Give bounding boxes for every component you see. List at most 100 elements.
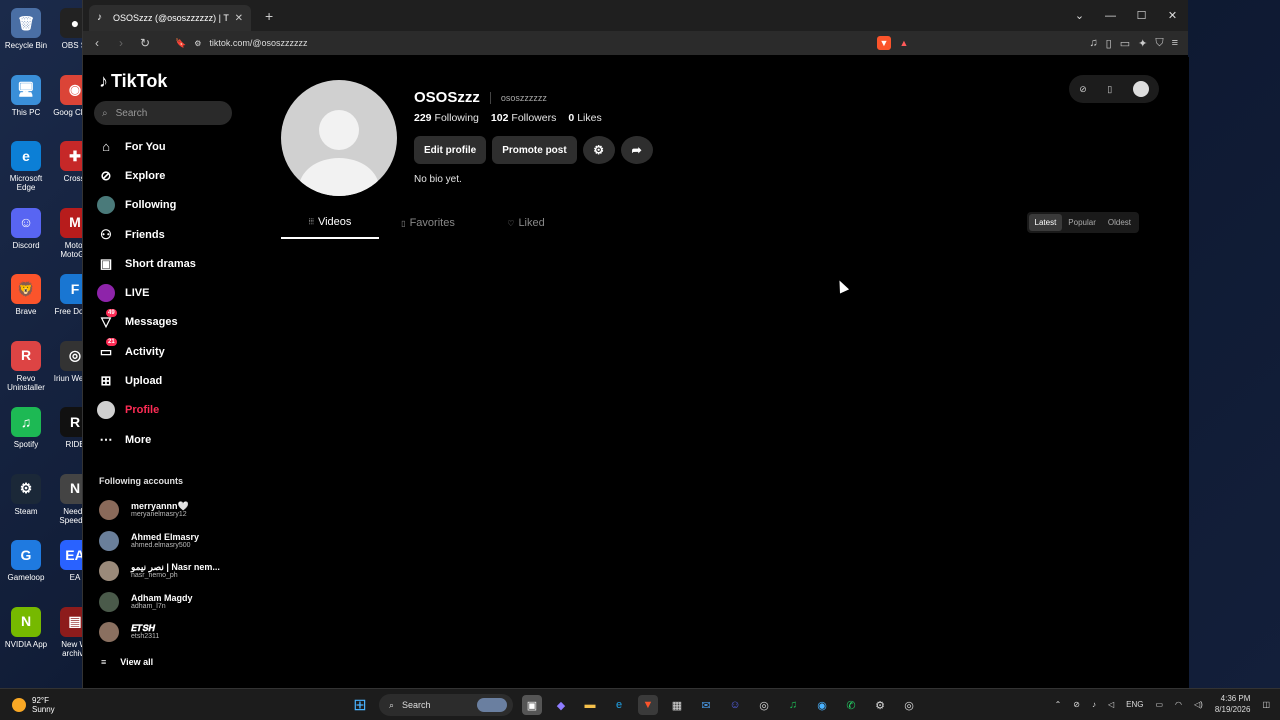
view-all-button[interactable]: ≡ View all <box>101 657 153 667</box>
taskbar-search[interactable]: ⌕ Search <box>379 694 513 716</box>
menu-icon[interactable]: ≡ <box>1172 37 1178 50</box>
desktop-icon[interactable]: e Microsoft Edge <box>1 137 51 204</box>
sort-toggle: Latest Popular Oldest <box>1026 212 1139 233</box>
reload-icon[interactable]: ↻ <box>137 36 153 50</box>
promote-post-button[interactable]: Promote post <box>492 136 577 164</box>
address-bar: ‹ › ↻ 🔖 ⚙ tiktok.com/@ososzzzzzz ▼ ▲ ♫ ▯… <box>83 31 1188 55</box>
media-icon[interactable]: ♫ <box>1089 37 1097 50</box>
minimize-icon[interactable]: — <box>1095 0 1126 31</box>
sidebar-item-short-dramas[interactable]: ▣ Short dramas <box>97 249 247 278</box>
desktop-icon[interactable]: R Revo Uninstaller <box>1 337 51 404</box>
sidebar-icon[interactable]: ▯ <box>1106 37 1112 50</box>
windows-start-icon[interactable]: ⊞ <box>350 695 370 715</box>
following-account-item[interactable]: نصر نيمو | Nasr nem... nasr_nemo_ph <box>99 556 269 587</box>
desktop-icon[interactable]: 🖥 This PC <box>1 71 51 138</box>
brave-shields-icon[interactable]: ▼ <box>877 36 891 50</box>
tab-liked[interactable]: ♡ Liked <box>477 207 575 239</box>
following-account-item[interactable]: 𝑬𝑻𝑺𝑯 etsh2311 <box>99 617 269 648</box>
sidebar-item-friends[interactable]: ⚇ Friends <box>97 220 247 249</box>
whatsapp-icon[interactable]: ✆ <box>841 695 861 715</box>
sort-oldest-button[interactable]: Oldest <box>1102 214 1137 231</box>
close-window-icon[interactable]: ✕ <box>1157 0 1188 31</box>
display-icon[interactable]: ▭ <box>1155 700 1163 709</box>
store-icon[interactable]: ▦ <box>667 695 687 715</box>
clock[interactable]: 4:36 PM 8/19/2026 <box>1215 693 1251 715</box>
sidebar-item-explore[interactable]: ⊘ Explore <box>97 161 247 190</box>
device-icon[interactable]: ▯ <box>1107 84 1112 95</box>
mic-icon[interactable]: ♪ <box>1092 700 1096 709</box>
sidebar-item-profile[interactable]: Profile <box>97 396 247 425</box>
sidebar-item-following[interactable]: Following <box>97 191 247 220</box>
desktop-icon-label: EA <box>69 573 81 582</box>
followers-stat[interactable]: 102 Followers <box>491 112 556 124</box>
desktop-icon[interactable]: ☺ Discord <box>1 204 51 271</box>
desktop-icon[interactable]: ♫ Spotify <box>1 403 51 470</box>
browser-window: ♪ OSOSzzz (@ososzzzzzz) | TikTok ✕ + ⌄ —… <box>82 0 1189 688</box>
desktop-icon[interactable]: ⚙ Steam <box>1 470 51 537</box>
spotify-taskbar-icon[interactable]: ♫ <box>783 695 803 715</box>
following-account-item[interactable]: merryannn🤍 meryanelmasry12 <box>99 495 269 526</box>
sidebar-item-activity[interactable]: ▭ 21 Activity <box>97 337 247 366</box>
profile-stats: 229 Following 102 Followers 0 Likes <box>414 112 602 124</box>
sidebar-item-upload[interactable]: ⊞ Upload <box>97 366 247 395</box>
following-account-item[interactable]: Ahmed Elmasry ahmed.elmasry500 <box>99 526 269 557</box>
sidebar-item-for-you[interactable]: ⌂ For You <box>97 132 247 161</box>
notifications-icon[interactable]: ◫ <box>1262 700 1270 709</box>
leo-icon[interactable]: ✦ <box>1138 37 1147 50</box>
profile-avatar[interactable] <box>281 80 397 196</box>
sort-popular-button[interactable]: Popular <box>1062 214 1102 231</box>
desktop-icon[interactable]: 🦁 Brave <box>1 270 51 337</box>
mail-icon[interactable]: ✉ <box>696 695 716 715</box>
wallet-icon[interactable]: ▭ <box>1120 37 1130 50</box>
obs-taskbar-icon[interactable]: ◎ <box>754 695 774 715</box>
language-indicator[interactable]: ENG <box>1126 700 1143 709</box>
steam-client-icon[interactable]: ⚙ <box>870 695 890 715</box>
sidebar-item-more[interactable]: ⋯ More <box>97 425 247 454</box>
url-field[interactable]: 🔖 ⚙ tiktok.com/@ososzzzzzz <box>175 34 865 52</box>
back-icon[interactable]: ‹ <box>89 36 105 50</box>
forward-icon[interactable]: › <box>113 36 129 50</box>
chevron-up-icon[interactable]: ⌃ <box>1055 700 1062 709</box>
tab-list-icon[interactable]: ⌄ <box>1064 0 1095 31</box>
new-tab-icon[interactable]: + <box>265 8 273 24</box>
desktop-icon[interactable]: N NVIDIA App <box>1 603 51 670</box>
tab-videos[interactable]: ⦙⦙⦙ Videos <box>281 207 379 239</box>
settings-gear-icon[interactable]: ⚙ <box>582 136 615 164</box>
desktop-icon[interactable]: G Gameloop <box>1 536 51 603</box>
tiktok-logo[interactable]: ♪ TikTok <box>99 71 167 92</box>
search-input[interactable]: ⌕ Search <box>94 101 232 125</box>
sidebar-item-label: Activity <box>125 345 165 358</box>
steam-taskbar-icon[interactable]: ◉ <box>812 695 832 715</box>
browser-tab[interactable]: ♪ OSOSzzz (@ososzzzzzz) | TikTok ✕ <box>89 5 251 31</box>
brave-rewards-icon[interactable]: ▲ <box>897 36 911 50</box>
account-avatar[interactable] <box>1132 81 1149 97</box>
bookmark-icon[interactable]: 🔖 <box>175 38 186 49</box>
close-tab-icon[interactable]: ✕ <box>235 13 243 24</box>
speaker-icon[interactable]: ◁) <box>1194 700 1203 709</box>
following-account-item[interactable]: Adham Magdy adham_l7n <box>99 587 269 618</box>
wifi-icon[interactable]: ◠ <box>1175 700 1182 709</box>
edge-taskbar-icon[interactable]: e <box>609 695 629 715</box>
discord-taskbar-icon[interactable]: ☺ <box>725 695 745 715</box>
volume-tray-icon[interactable]: ◁ <box>1108 700 1114 709</box>
webcam-taskbar-icon[interactable]: ◎ <box>899 695 919 715</box>
weather-condition: Sunny <box>32 704 55 714</box>
sidebar-item-messages[interactable]: ▽ 49 Messages <box>97 308 247 337</box>
weather-widget[interactable]: 92°F Sunny <box>12 696 55 714</box>
sidebar-item-live[interactable]: LIVE <box>97 278 247 307</box>
vpn-icon[interactable]: ⛉ <box>1155 37 1163 50</box>
tab-favorites[interactable]: ▯ Favorites <box>379 207 477 239</box>
network-icon[interactable]: ⊘ <box>1073 700 1080 709</box>
edit-profile-button[interactable]: Edit profile <box>414 136 487 164</box>
desktop-icon[interactable]: 🗑 Recycle Bin <box>1 4 51 71</box>
sort-latest-button[interactable]: Latest <box>1028 214 1063 231</box>
share-icon[interactable]: ➦ <box>620 136 653 164</box>
task-view-icon[interactable]: ▣ <box>522 695 542 715</box>
copilot-icon[interactable]: ◆ <box>551 695 571 715</box>
file-explorer-icon[interactable]: ▬ <box>580 695 600 715</box>
site-info-icon[interactable]: ⚙ <box>194 39 201 48</box>
maximize-icon[interactable]: ☐ <box>1126 0 1157 31</box>
brave-taskbar-icon[interactable]: ▼ <box>638 695 658 715</box>
coin-icon[interactable]: ⊘ <box>1079 84 1087 95</box>
following-stat[interactable]: 229 Following <box>414 112 479 124</box>
